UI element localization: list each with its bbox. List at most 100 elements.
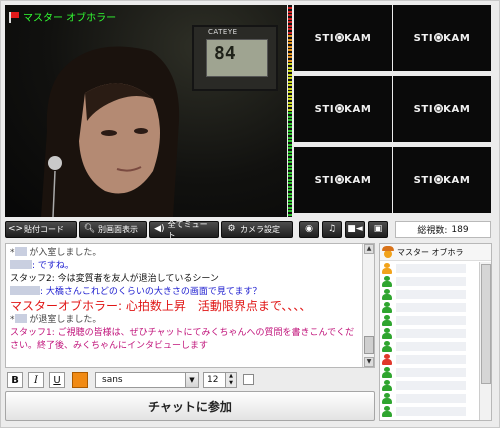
chat-message: スタッフ2: 今は変質者を友人が退治しているシーン bbox=[10, 273, 362, 286]
user-list-item[interactable] bbox=[380, 366, 480, 379]
underline-button[interactable]: U bbox=[49, 372, 65, 388]
chat-message-text: スタッフ2: 今は変質者を友人が退治しているシーン bbox=[10, 274, 219, 284]
flag-icon bbox=[9, 11, 19, 23]
monitor-brand: CATEYE bbox=[208, 28, 238, 36]
audio-level-meter bbox=[288, 5, 292, 217]
guest-video-slot[interactable]: STI KAM bbox=[294, 147, 392, 213]
bold-button[interactable]: B bbox=[7, 372, 23, 388]
user-list-item[interactable] bbox=[380, 314, 480, 327]
user-icon bbox=[382, 276, 392, 287]
chat-message: * が退室しました。 bbox=[10, 314, 102, 325]
chat-message-text: マスターオブホラー: 心拍数上昇 活動限界点まで、、、、 bbox=[10, 299, 312, 313]
hidden-username bbox=[10, 260, 32, 269]
webcam-button[interactable]: ◉ bbox=[299, 221, 319, 238]
snapshot-button[interactable]: ▣ bbox=[368, 221, 388, 238]
user-icon bbox=[382, 289, 392, 300]
chat-message-text: が退室しました。 bbox=[26, 315, 102, 325]
chat-scroll-thumb[interactable] bbox=[364, 336, 374, 354]
chat-message-text: スタッフ1: ご視聴の皆様は、ぜひチャットにてみくちゃんへの質問を書きこんでくだ… bbox=[10, 328, 355, 351]
arrows-icon: <> bbox=[7, 224, 24, 234]
broadcaster-label: マスター オブホラー bbox=[9, 9, 116, 24]
font-size-value: 12 bbox=[207, 375, 219, 385]
magnifier-icon: 🔍︎ bbox=[83, 224, 96, 234]
user-icon bbox=[382, 263, 392, 274]
chat-message-text: : 大橋さんこれどのくらいの大きさの画面で見てます？ bbox=[40, 287, 262, 297]
eye-icon bbox=[334, 174, 344, 184]
user-list-item[interactable] bbox=[380, 275, 480, 288]
user-icon bbox=[382, 328, 392, 339]
video-camera-button[interactable]: ■◄ bbox=[345, 221, 365, 238]
user-list-item[interactable] bbox=[380, 405, 480, 418]
user-icon bbox=[382, 367, 392, 378]
hidden-username bbox=[10, 286, 40, 295]
guest-video-slot[interactable]: STI KAM bbox=[393, 5, 491, 71]
user-list-item[interactable] bbox=[380, 340, 480, 353]
option-checkbox[interactable] bbox=[243, 374, 254, 385]
guest-video-slot[interactable]: STI KAM bbox=[294, 5, 392, 71]
scroll-down-icon[interactable]: ▼ bbox=[364, 357, 374, 367]
chevron-down-icon[interactable]: ▼ bbox=[185, 373, 198, 387]
decrease-icon[interactable]: ▼ bbox=[226, 380, 236, 387]
chat-message-text: : ですね。 bbox=[32, 261, 74, 271]
user-list-item[interactable] bbox=[380, 327, 480, 340]
webcam-icon: ◉ bbox=[305, 224, 313, 234]
user-list-item[interactable] bbox=[380, 288, 480, 301]
hidden-username bbox=[14, 314, 27, 323]
user-icon bbox=[382, 393, 392, 404]
user-list-scrollbar[interactable] bbox=[479, 262, 491, 420]
hidden-username bbox=[396, 342, 466, 351]
text-color-button[interactable] bbox=[72, 372, 88, 388]
hidden-username bbox=[396, 329, 466, 338]
camera-settings-button[interactable]: ⚙ カメラ設定 bbox=[221, 221, 293, 238]
broadcaster-video[interactable]: CATEYE 84 マスター オブホラー bbox=[5, 5, 287, 217]
join-chat-button[interactable]: チャットに参加 bbox=[5, 391, 375, 421]
popout-button[interactable]: 🔍︎ 別画面表示 bbox=[79, 221, 147, 238]
embed-code-button[interactable]: <> 貼付コード bbox=[5, 221, 77, 238]
broadcaster-face bbox=[41, 46, 180, 217]
user-list-item[interactable] bbox=[380, 379, 480, 392]
music-note-icon: ♫ bbox=[327, 224, 337, 234]
hidden-username bbox=[396, 277, 466, 286]
music-button[interactable]: ♫ bbox=[322, 221, 342, 238]
hidden-username bbox=[396, 303, 466, 312]
eye-icon bbox=[433, 32, 443, 42]
italic-button[interactable]: I bbox=[28, 372, 44, 388]
chat-message: スタッフ1: ご視聴の皆様は、ぜひチャットにてみくちゃんへの質問を書きこんでくだ… bbox=[10, 327, 362, 353]
eye-icon bbox=[334, 103, 344, 113]
video-camera-icon: ■◄ bbox=[347, 224, 363, 234]
mute-all-button[interactable]: ◀) 全てミュート bbox=[149, 219, 219, 240]
user-icon bbox=[382, 315, 392, 326]
hidden-username bbox=[396, 290, 466, 299]
font-size-stepper[interactable]: 12 ▲ ▼ bbox=[203, 372, 237, 388]
user-list[interactable]: マスター オブホラ bbox=[379, 243, 492, 421]
font-select[interactable]: sans ▼ bbox=[95, 372, 199, 388]
eye-icon bbox=[433, 174, 443, 184]
user-list-item[interactable] bbox=[380, 392, 480, 405]
camera-settings-label: カメラ設定 bbox=[240, 225, 280, 234]
user-scroll-thumb[interactable] bbox=[481, 264, 491, 384]
user-list-item[interactable] bbox=[380, 262, 480, 275]
guest-video-slot[interactable]: STI KAM bbox=[294, 76, 392, 142]
eye-icon bbox=[334, 32, 344, 42]
user-list-host[interactable]: マスター オブホラ bbox=[380, 244, 491, 261]
hidden-username bbox=[396, 394, 466, 403]
chat-scrollbar[interactable]: ▲ ▼ bbox=[362, 244, 374, 367]
guest-video-slot[interactable]: STI KAM bbox=[393, 147, 491, 213]
chat-log[interactable]: * が入室しました。: ですね。 スタッフ2: 今は変質者を友人が退治しているシー… bbox=[5, 243, 375, 368]
hidden-username bbox=[396, 368, 466, 377]
scroll-up-icon[interactable]: ▲ bbox=[364, 244, 374, 254]
embed-code-label: 貼付コード bbox=[24, 225, 64, 234]
speaker-icon: ◀) bbox=[154, 224, 165, 234]
user-list-item[interactable] bbox=[380, 301, 480, 314]
mute-all-label: 全てミュート bbox=[167, 219, 208, 240]
user-icon bbox=[382, 354, 392, 365]
user-list-item[interactable] bbox=[380, 353, 480, 366]
stickam-logo: STI KAM bbox=[314, 174, 372, 186]
user-icon bbox=[382, 341, 392, 352]
gear-icon: ⚙ bbox=[227, 224, 236, 234]
guest-video-slot[interactable]: STI KAM bbox=[393, 76, 491, 142]
heart-rate-monitor: CATEYE 84 bbox=[192, 25, 278, 91]
broadcaster-name: マスター オブホラー bbox=[23, 13, 117, 24]
hidden-username bbox=[396, 316, 466, 325]
increase-icon[interactable]: ▲ bbox=[226, 373, 236, 380]
